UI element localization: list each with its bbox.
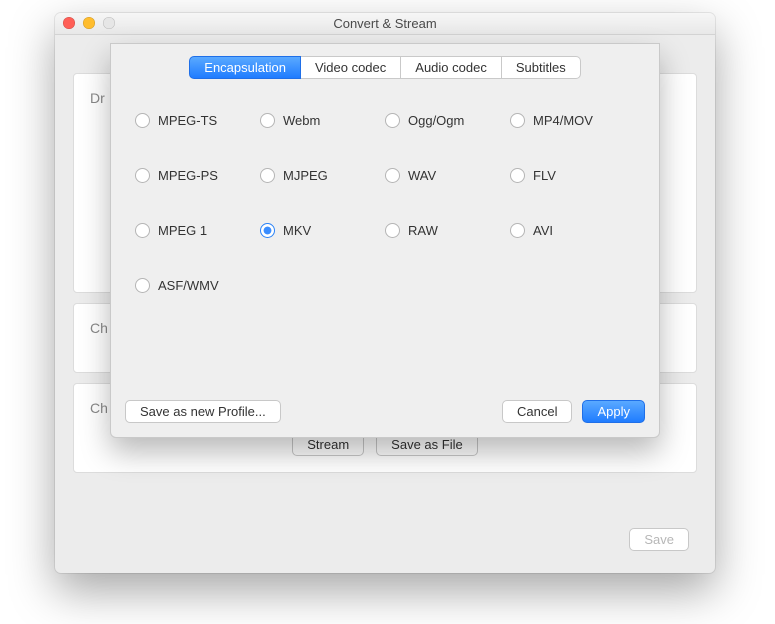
radio-flv[interactable]: FLV <box>510 168 635 183</box>
radio-mpeg-ps[interactable]: MPEG-PS <box>135 168 260 183</box>
close-icon[interactable] <box>63 17 75 29</box>
apply-button[interactable]: Apply <box>582 400 645 423</box>
sheet-button-row: Save as new Profile... Cancel Apply <box>125 400 645 423</box>
radio-label: Webm <box>283 113 320 128</box>
radio-raw[interactable]: RAW <box>385 223 510 238</box>
radio-label: MPEG-PS <box>158 168 218 183</box>
radio-mjpeg[interactable]: MJPEG <box>260 168 385 183</box>
radio-label: WAV <box>408 168 436 183</box>
tab-subtitles[interactable]: Subtitles <box>502 56 581 79</box>
window-title: Convert & Stream <box>333 16 436 31</box>
radio-label: ASF/WMV <box>158 278 219 293</box>
radio-icon <box>510 223 525 238</box>
radio-icon <box>135 168 150 183</box>
radio-ogg[interactable]: Ogg/Ogm <box>385 113 510 128</box>
radio-mp4[interactable]: MP4/MOV <box>510 113 635 128</box>
radio-wav[interactable]: WAV <box>385 168 510 183</box>
radio-label: FLV <box>533 168 556 183</box>
radio-icon <box>510 113 525 128</box>
tab-audio-codec[interactable]: Audio codec <box>401 56 502 79</box>
zoom-icon <box>103 17 115 29</box>
minimize-icon[interactable] <box>83 17 95 29</box>
tab-encapsulation[interactable]: Encapsulation <box>189 56 301 79</box>
radio-mpeg-ts[interactable]: MPEG-TS <box>135 113 260 128</box>
radio-webm[interactable]: Webm <box>260 113 385 128</box>
radio-icon <box>260 168 275 183</box>
radio-icon <box>385 113 400 128</box>
tab-video-codec[interactable]: Video codec <box>301 56 401 79</box>
radio-icon <box>510 168 525 183</box>
radio-label: MKV <box>283 223 311 238</box>
radio-icon <box>260 223 275 238</box>
radio-icon <box>385 168 400 183</box>
titlebar: Convert & Stream <box>55 13 715 35</box>
radio-label: Ogg/Ogm <box>408 113 464 128</box>
radio-label: MP4/MOV <box>533 113 593 128</box>
cancel-button[interactable]: Cancel <box>502 400 572 423</box>
radio-avi[interactable]: AVI <box>510 223 635 238</box>
save-profile-button[interactable]: Save as new Profile... <box>125 400 281 423</box>
radio-icon <box>135 278 150 293</box>
radio-label: MPEG 1 <box>158 223 207 238</box>
format-radio-group: MPEG-TS Webm Ogg/Ogm MP4/MOV MPEG-PS MJPEG WAV… <box>111 79 659 303</box>
radio-label: AVI <box>533 223 553 238</box>
radio-icon <box>260 113 275 128</box>
save-button: Save <box>629 528 689 551</box>
radio-asf[interactable]: ASF/WMV <box>135 278 260 293</box>
radio-mpeg1[interactable]: MPEG 1 <box>135 223 260 238</box>
radio-label: MJPEG <box>283 168 328 183</box>
profile-sheet: Encapsulation Video codec Audio codec Su… <box>110 43 660 438</box>
radio-label: RAW <box>408 223 438 238</box>
tab-bar: Encapsulation Video codec Audio codec Su… <box>111 56 659 79</box>
radio-mkv[interactable]: MKV <box>260 223 385 238</box>
main-window: Convert & Stream Dr Ch Ch Stream Save as… <box>55 13 715 573</box>
radio-icon <box>385 223 400 238</box>
radio-icon <box>135 223 150 238</box>
radio-label: MPEG-TS <box>158 113 217 128</box>
window-controls <box>63 17 115 29</box>
radio-icon <box>135 113 150 128</box>
